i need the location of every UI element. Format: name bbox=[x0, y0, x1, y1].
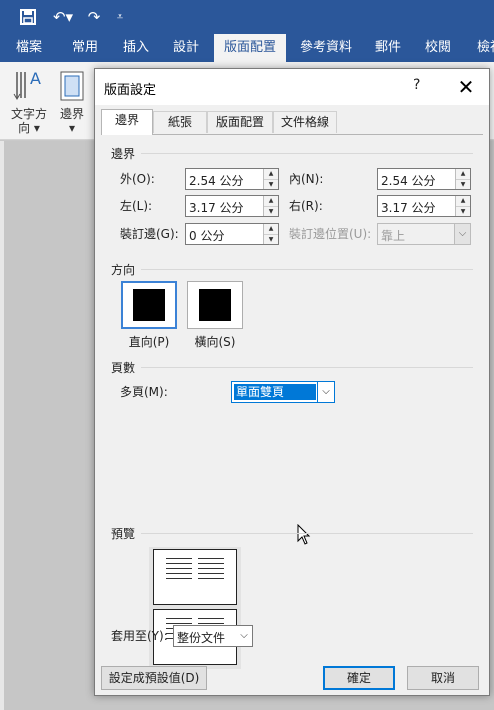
apply-to-select[interactable]: 整份文件 ⌵ bbox=[173, 625, 253, 647]
orientation-section-label: 方向 bbox=[111, 263, 136, 277]
tab-document-grid[interactable]: 文件格線 bbox=[273, 111, 337, 133]
pages-divider bbox=[141, 367, 473, 368]
landscape-option[interactable] bbox=[187, 281, 243, 329]
text-direction-button[interactable]: A 文字方 向 ▾ bbox=[8, 68, 50, 135]
help-icon[interactable]: ? bbox=[413, 77, 420, 93]
preview-pane bbox=[149, 547, 241, 669]
preview-text-lines bbox=[166, 558, 192, 583]
left-label: 左(L): bbox=[120, 199, 153, 213]
gutter-field[interactable]: 0 公分 ▲ ▼ bbox=[185, 223, 279, 245]
portrait-page-icon bbox=[133, 289, 165, 321]
text-direction-label-2: 向 bbox=[18, 121, 31, 135]
portrait-option[interactable] bbox=[121, 281, 177, 329]
outside-label: 外(O): bbox=[120, 172, 155, 186]
save-icon[interactable] bbox=[14, 5, 42, 29]
close-icon[interactable]: ✕ bbox=[451, 72, 481, 102]
preview-text-lines bbox=[198, 558, 224, 583]
cancel-button[interactable]: 取消 bbox=[407, 666, 479, 690]
tab-paper[interactable]: 紙張 bbox=[153, 111, 207, 133]
margins-divider bbox=[141, 153, 473, 154]
spin-arrows[interactable]: ▲ ▼ bbox=[263, 169, 278, 189]
set-as-default-button[interactable]: 設定成預設值(D) bbox=[101, 666, 207, 690]
right-label: 右(R): bbox=[289, 199, 323, 213]
margins-button[interactable]: 邊界 ▾ bbox=[56, 68, 88, 135]
left-margin-field[interactable]: 3.17 公分 ▲ ▼ bbox=[185, 195, 279, 217]
margins-icon bbox=[56, 68, 88, 105]
svg-text:A: A bbox=[30, 69, 41, 88]
pages-section-label: 頁數 bbox=[111, 361, 136, 375]
multiple-pages-value: 單面雙頁 bbox=[234, 384, 316, 400]
inside-margin-field[interactable]: 2.54 公分 ▲ ▼ bbox=[377, 168, 471, 190]
gutter-position-label: 裝訂邊位置(U): bbox=[289, 227, 372, 241]
right-margin-value: 3.17 公分 bbox=[381, 201, 436, 215]
margins-section-label: 邊界 bbox=[111, 147, 136, 161]
tab-home[interactable]: 常用 bbox=[62, 34, 108, 62]
multiple-pages-select[interactable]: 單面雙頁 ⌵ bbox=[231, 381, 335, 403]
dialog-title: 版面設定 bbox=[104, 83, 157, 98]
orientation-divider bbox=[141, 269, 473, 270]
preview-divider bbox=[141, 533, 473, 534]
tab-design[interactable]: 設計 bbox=[164, 34, 208, 62]
gutter-label: 裝訂邊(G): bbox=[120, 227, 179, 241]
chevron-down-icon[interactable]: ⌵ bbox=[236, 626, 252, 646]
margins-tab-panel: 邊界 外(O): 2.54 公分 ▲ ▼ 內(N): 2.54 公分 ▲ ▼ 左(L… bbox=[101, 134, 483, 669]
apply-to-value: 整份文件 bbox=[177, 631, 226, 645]
spin-arrows[interactable]: ▲ ▼ bbox=[455, 196, 470, 216]
chevron-down-icon[interactable]: ⌵ bbox=[317, 382, 334, 402]
multiple-pages-label: 多頁(M): bbox=[120, 385, 168, 399]
outside-margin-value: 2.54 公分 bbox=[189, 174, 244, 188]
spin-arrows[interactable]: ▲ ▼ bbox=[263, 196, 278, 216]
gutter-position-value: 靠上 bbox=[381, 229, 406, 243]
right-margin-field[interactable]: 3.17 公分 ▲ ▼ bbox=[377, 195, 471, 217]
left-margin-value: 3.17 公分 bbox=[189, 201, 244, 215]
tab-file[interactable]: 檔案 bbox=[4, 34, 54, 62]
portrait-label[interactable]: 直向(P) bbox=[121, 333, 177, 350]
ribbon-tabs: 檔案 常用 插入 設計 版面配置 參考資料 郵件 校閱 檢視 bbox=[0, 34, 494, 62]
outside-margin-field[interactable]: 2.54 公分 ▲ ▼ bbox=[185, 168, 279, 190]
landscape-label[interactable]: 橫向(S) bbox=[187, 333, 243, 350]
text-direction-icon: A bbox=[8, 68, 50, 105]
margins-label: 邊界 bbox=[59, 107, 84, 121]
tab-references[interactable]: 參考資料 bbox=[292, 34, 360, 62]
landscape-page-icon bbox=[199, 289, 231, 321]
customize-qat-icon[interactable]: ⩡ bbox=[112, 5, 128, 29]
tab-mailings[interactable]: 郵件 bbox=[366, 34, 410, 62]
tab-margins[interactable]: 邊界 bbox=[101, 109, 153, 135]
preview-page-top bbox=[153, 549, 237, 605]
dialog-title-bar: 版面設定 ? ✕ bbox=[95, 69, 489, 105]
chevron-down-icon: ⌵ bbox=[454, 224, 470, 244]
page-setup-dialog: 版面設定 ? ✕ 邊界 紙張 版面配置 文件格線 邊界 外(O): 2.54 公… bbox=[94, 68, 490, 696]
spin-arrows[interactable]: ▲ ▼ bbox=[263, 224, 278, 244]
redo-icon[interactable]: ↷ bbox=[84, 5, 104, 29]
spin-arrows[interactable]: ▲ ▼ bbox=[455, 169, 470, 189]
tab-layout-settings[interactable]: 版面配置 bbox=[207, 111, 273, 133]
apply-to-label: 套用至(Y): bbox=[111, 629, 168, 643]
inside-margin-value: 2.54 公分 bbox=[381, 174, 436, 188]
undo-icon[interactable]: ↶▾ bbox=[48, 5, 78, 29]
preview-section-label: 預覽 bbox=[111, 527, 136, 541]
mouse-cursor-icon bbox=[297, 524, 311, 545]
tab-review[interactable]: 校閱 bbox=[416, 34, 460, 62]
inside-label: 內(N): bbox=[289, 172, 324, 186]
gutter-value: 0 公分 bbox=[189, 229, 225, 243]
tab-view[interactable]: 檢視 bbox=[470, 34, 494, 62]
gutter-position-select: 靠上 ⌵ bbox=[377, 223, 471, 245]
ok-button[interactable]: 確定 bbox=[323, 666, 395, 690]
tab-layout[interactable]: 版面配置 bbox=[214, 34, 286, 62]
tab-insert[interactable]: 插入 bbox=[114, 34, 158, 62]
quick-access-toolbar: ↶▾ ↷ ⩡ bbox=[0, 0, 494, 34]
text-direction-label: 文字方 bbox=[10, 107, 47, 121]
document-page-edge bbox=[0, 141, 4, 710]
